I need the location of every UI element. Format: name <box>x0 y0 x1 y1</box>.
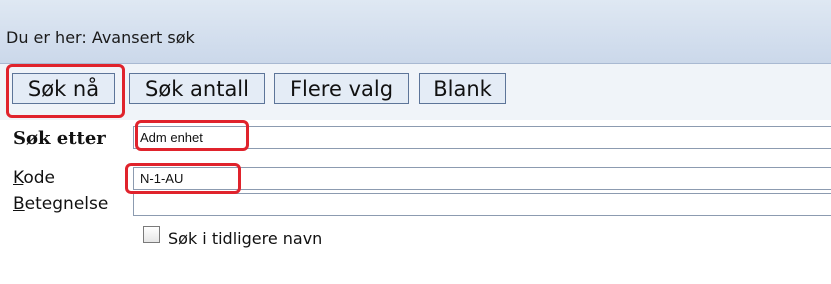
toolbar: Søk nå Søk antall Flere valg Blank <box>0 64 831 120</box>
name-field[interactable] <box>133 193 831 216</box>
search-for-label: Søk etter <box>13 128 106 149</box>
name-label: Betegnelse <box>13 194 108 214</box>
previous-names-checkbox[interactable] <box>143 226 160 243</box>
breadcrumb-bar: Du er her: Avansert søk <box>0 0 831 64</box>
search-for-field[interactable] <box>133 126 831 149</box>
breadcrumb: Du er her: Avansert søk <box>6 28 195 47</box>
name-label-rest: etegnelse <box>24 194 109 214</box>
name-label-accesskey: B <box>13 194 25 214</box>
code-label: Kode <box>13 168 55 188</box>
code-field[interactable] <box>133 167 831 190</box>
blank-button[interactable]: Blank <box>419 73 506 104</box>
code-label-accesskey: K <box>13 168 24 188</box>
search-now-button[interactable]: Søk nå <box>12 73 115 104</box>
more-options-button[interactable]: Flere valg <box>274 73 409 104</box>
search-count-button[interactable]: Søk antall <box>129 73 265 104</box>
previous-names-label: Søk i tidligere navn <box>168 229 323 248</box>
code-label-rest: ode <box>23 168 55 188</box>
